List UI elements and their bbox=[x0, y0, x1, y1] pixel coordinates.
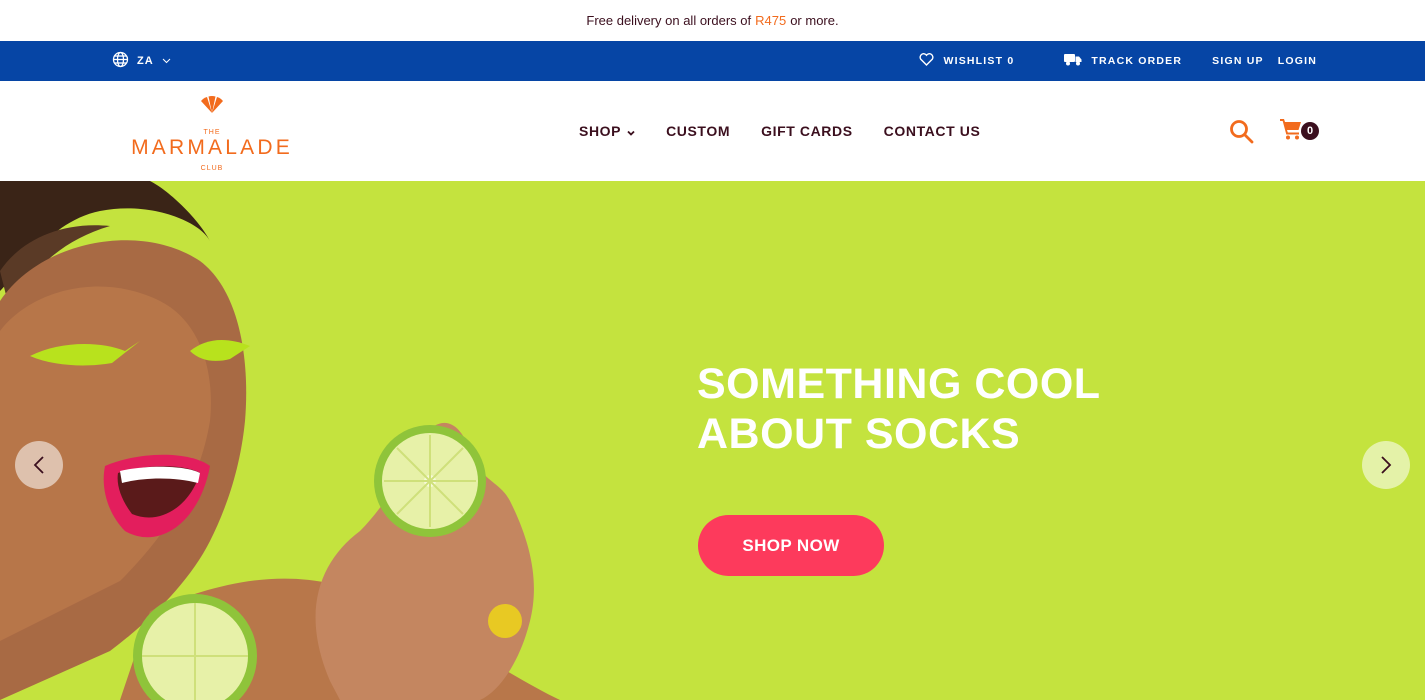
hero-image bbox=[0, 181, 560, 700]
nav-item-label: SHOP bbox=[579, 123, 622, 139]
cart-button[interactable]: 0 bbox=[1279, 117, 1321, 145]
truck-icon bbox=[1064, 53, 1082, 69]
hero-title-line-2: ABOUT SOCKS bbox=[697, 410, 1021, 458]
logo-top-text: THE bbox=[203, 129, 221, 136]
track-order-label: TRACK ORDER bbox=[1091, 55, 1183, 67]
main-header: THE MARMALADE CLUB SHOP CUSTOM GIFT CARD… bbox=[0, 81, 1425, 181]
logo-name: MARMALADE bbox=[131, 136, 293, 159]
logo-bottom-text: CLUB bbox=[200, 165, 224, 172]
announcement-amount: R475 bbox=[755, 13, 787, 28]
main-nav: SHOP CUSTOM GIFT CARDS CONTACT US bbox=[579, 81, 980, 181]
search-icon bbox=[1230, 120, 1254, 144]
carousel-next-button[interactable] bbox=[1362, 441, 1410, 489]
carousel-prev-button[interactable] bbox=[15, 441, 63, 489]
nav-item-contact-us[interactable]: CONTACT US bbox=[884, 123, 981, 139]
shop-now-button[interactable]: SHOP NOW bbox=[698, 515, 884, 576]
wishlist-link[interactable]: WISHLIST 0 bbox=[919, 53, 1014, 69]
region-label: ZA bbox=[137, 55, 154, 67]
nav-item-custom[interactable]: CUSTOM bbox=[666, 123, 730, 139]
cart-count-badge: 0 bbox=[1301, 122, 1319, 140]
search-button[interactable] bbox=[1228, 118, 1256, 146]
utility-bar: ZA WISHLIST 0 TRACK ORDER SIGN UP LOGIN bbox=[0, 41, 1425, 81]
announcement-prefix: Free delivery on all orders of bbox=[586, 13, 752, 28]
nav-item-gift-cards[interactable]: GIFT CARDS bbox=[761, 123, 853, 139]
chevron-down-icon bbox=[627, 123, 635, 139]
chevron-left-icon bbox=[33, 456, 44, 474]
hero-banner: SOMETHING COOL ABOUT SOCKS SHOP NOW bbox=[0, 181, 1425, 700]
heart-icon bbox=[919, 53, 934, 69]
announcement-suffix: or more. bbox=[790, 13, 839, 28]
track-order-link[interactable]: TRACK ORDER bbox=[1064, 53, 1182, 69]
utility-links: WISHLIST 0 TRACK ORDER SIGN UP LOGIN bbox=[919, 41, 1317, 81]
chevron-right-icon bbox=[1381, 456, 1392, 474]
hero-title-line-1: SOMETHING COOL bbox=[697, 360, 1101, 408]
chevron-down-icon bbox=[162, 55, 171, 67]
site-logo[interactable]: THE MARMALADE CLUB bbox=[126, 95, 298, 172]
region-selector[interactable]: ZA bbox=[112, 41, 171, 81]
nav-item-shop[interactable]: SHOP bbox=[579, 123, 635, 139]
login-link[interactable]: LOGIN bbox=[1278, 55, 1317, 67]
globe-icon bbox=[112, 51, 129, 71]
orange-slice-icon bbox=[201, 95, 223, 113]
hero-title: SOMETHING COOL ABOUT SOCKS bbox=[697, 359, 1157, 459]
cart-icon bbox=[1280, 119, 1301, 140]
wishlist-label: WISHLIST 0 bbox=[943, 55, 1015, 67]
sign-up-link[interactable]: SIGN UP bbox=[1212, 55, 1264, 67]
announcement-bar: Free delivery on all orders of R475 or m… bbox=[0, 0, 1425, 41]
